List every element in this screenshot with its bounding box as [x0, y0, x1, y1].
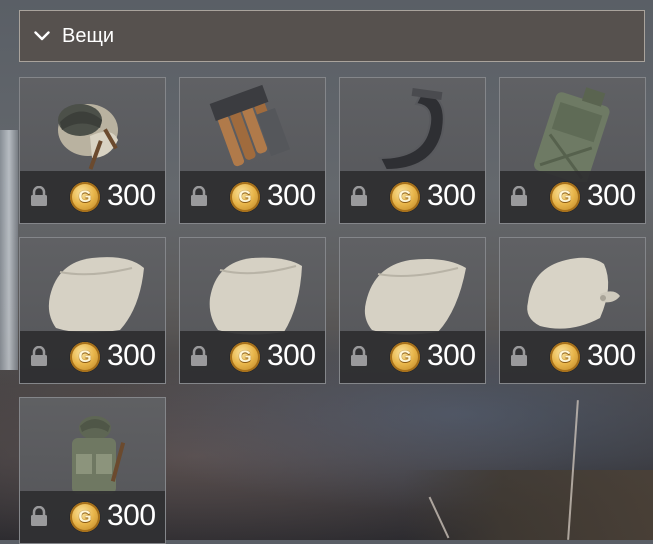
lock-icon — [511, 186, 527, 206]
section-header[interactable]: Вещи — [19, 10, 645, 62]
item-price: 300 — [267, 179, 316, 212]
item-price: 300 — [587, 339, 636, 372]
lock-icon — [511, 346, 527, 366]
item-price: 300 — [107, 499, 156, 532]
gold-coin-icon: G — [230, 342, 260, 372]
sandbag-image — [364, 259, 466, 335]
gold-coin-icon: G — [70, 182, 100, 212]
item-price: 300 — [587, 179, 636, 212]
chevron-down-icon — [32, 26, 52, 46]
item-price: 300 — [267, 339, 316, 372]
item-card[interactable]: G 300 — [179, 77, 326, 224]
lock-icon — [31, 506, 47, 526]
item-price: 300 — [107, 339, 156, 372]
lock-icon — [351, 186, 367, 206]
item-price: 300 — [427, 339, 476, 372]
gold-coin-icon: G — [550, 182, 580, 212]
item-price-bar: G 300 — [500, 171, 645, 223]
gold-coin-icon: G — [70, 502, 100, 532]
item-price-bar: G 300 — [180, 331, 325, 383]
lock-icon — [191, 186, 207, 206]
soldier-pack-image — [72, 416, 126, 494]
lock-icon — [31, 186, 47, 206]
helmet-backpack-image — [58, 104, 118, 170]
item-card[interactable]: G 300 — [499, 237, 646, 384]
item-price-bar: G 300 — [180, 171, 325, 223]
horseshoe-image — [378, 87, 445, 172]
item-card[interactable]: G 300 — [19, 77, 166, 224]
lock-icon — [31, 346, 47, 366]
gold-coin-icon: G — [230, 182, 260, 212]
background-branch — [428, 496, 450, 539]
item-price-bar: G 300 — [20, 331, 165, 383]
jerrycan-image — [534, 87, 610, 182]
item-card[interactable]: G 300 — [339, 77, 486, 224]
gold-coin-icon: G — [390, 182, 420, 212]
item-price-bar: G 300 — [340, 171, 485, 223]
gold-coin-icon: G — [550, 342, 580, 372]
item-card[interactable]: G 300 — [179, 237, 326, 384]
sandbag-image — [48, 257, 144, 333]
item-card[interactable]: G 300 — [339, 237, 486, 384]
item-price: 300 — [427, 179, 476, 212]
section-title: Вещи — [62, 24, 115, 47]
background-crate — [403, 470, 653, 540]
item-card[interactable]: G 300 — [499, 77, 646, 224]
item-price: 300 — [107, 179, 156, 212]
lock-icon — [191, 346, 207, 366]
tied-sack-image — [527, 257, 620, 329]
lock-icon — [351, 346, 367, 366]
gold-coin-icon: G — [390, 342, 420, 372]
item-price-bar: G 300 — [500, 331, 645, 383]
sandbag-image — [209, 257, 302, 335]
item-card[interactable]: G 300 — [19, 397, 166, 544]
item-price-bar: G 300 — [340, 331, 485, 383]
item-card[interactable]: G 300 — [19, 237, 166, 384]
background-branch — [567, 400, 579, 540]
background-post — [0, 130, 18, 370]
item-price-bar: G 300 — [20, 491, 165, 543]
ammo-clip-image — [209, 84, 290, 167]
gold-coin-icon: G — [70, 342, 100, 372]
item-price-bar: G 300 — [20, 171, 165, 223]
